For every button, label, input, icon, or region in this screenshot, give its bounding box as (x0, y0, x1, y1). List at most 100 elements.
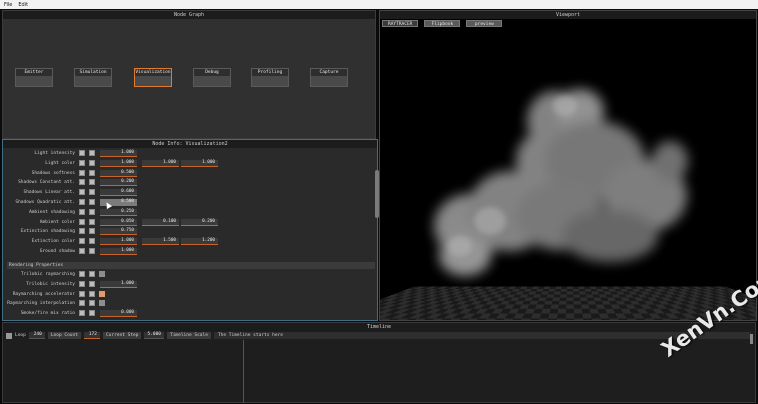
keyframe-icon[interactable] (79, 300, 85, 307)
value-field[interactable]: 0.200 (100, 179, 137, 187)
checkbox[interactable] (99, 271, 105, 277)
property-row: Extinction shadowing 0.750 (3, 227, 369, 236)
property-row: Ground shadow 1.000 (3, 247, 369, 256)
property-label: Smoke/fire mix ratio (20, 311, 75, 317)
keyframe-icon[interactable] (79, 271, 85, 277)
keyframe-icon[interactable] (79, 199, 85, 205)
keyframe-icon[interactable] (79, 150, 85, 156)
keyframe-icon[interactable] (79, 169, 85, 176)
current-step-label: Current Step (102, 332, 142, 339)
node-label: Debug (194, 69, 230, 76)
keyframe-icon[interactable] (79, 189, 85, 196)
value-field[interactable]: 1.000 (142, 159, 179, 167)
node-simulation[interactable]: Simulation (74, 68, 112, 87)
value-field[interactable]: 0.500 (100, 169, 137, 177)
property-label: Ambient color (39, 219, 75, 225)
loop-count-label: Loop Count (47, 332, 81, 339)
reset-icon[interactable] (89, 199, 95, 205)
node-label: Profiling (252, 69, 288, 76)
keyframe-icon[interactable] (79, 248, 85, 254)
reset-icon[interactable] (89, 218, 95, 225)
node-emitter[interactable]: Emitter (15, 68, 53, 87)
value-field[interactable]: 0.050 (100, 218, 137, 226)
node-debug[interactable]: Debug (193, 68, 231, 87)
reset-icon[interactable] (89, 271, 95, 277)
node-graph-title: Node Graph (3, 11, 375, 19)
loop-count-field[interactable]: 172 (83, 332, 100, 339)
reset-icon[interactable] (89, 179, 95, 186)
property-row: Shadows Quadratic att. 0.500 (3, 198, 369, 207)
property-row: Ambient shadowing 0.250 (3, 208, 369, 217)
value-field[interactable]: 1.200 (181, 238, 218, 246)
value-field[interactable]: 0.600 (100, 189, 137, 197)
timeline-scale-label: Timeline Scale (167, 332, 211, 339)
reset-icon[interactable] (89, 169, 95, 176)
reset-icon[interactable] (89, 238, 95, 245)
property-row: Shadows Constant att. 0.200 (3, 178, 369, 187)
property-label: Extinction color (31, 239, 75, 245)
value-field[interactable]: 1.000 (100, 238, 137, 246)
value-field[interactable]: 1.000 (100, 248, 137, 255)
reset-icon[interactable] (89, 280, 95, 287)
checkbox[interactable] (99, 300, 105, 307)
keyframe-icon[interactable] (79, 159, 85, 166)
timeline-splitter[interactable] (243, 340, 244, 403)
loop-label: Loop (15, 333, 26, 338)
reset-icon[interactable] (89, 189, 95, 196)
value-field[interactable]: 1.000 (100, 280, 137, 288)
property-row: Extinction color 1.000 1.500 1.200 (3, 237, 369, 246)
node-label: Visualization (135, 69, 171, 76)
loop-value-field[interactable]: 240 (28, 332, 45, 339)
keyframe-icon[interactable] (79, 218, 85, 225)
reset-icon[interactable] (89, 300, 95, 307)
property-row: Trilobic raymarching (3, 270, 369, 279)
keyframe-icon[interactable] (79, 179, 85, 186)
reset-icon[interactable] (89, 290, 95, 297)
timeline-title: Timeline (3, 323, 755, 331)
reset-icon[interactable] (89, 248, 95, 254)
reset-icon[interactable] (89, 228, 95, 235)
smoke-render (434, 89, 688, 276)
property-label: Shadows Quadratic att. (15, 200, 75, 205)
value-field[interactable]: 0.000 (100, 310, 137, 318)
property-label: Shadows Constant att. (18, 180, 75, 186)
node-profiling[interactable]: Profiling (251, 68, 289, 87)
keyframe-icon[interactable] (79, 280, 85, 287)
keyframe-icon[interactable] (79, 228, 85, 235)
value-field[interactable]: 0.750 (100, 228, 137, 236)
property-label: Raymarching interpolation (7, 301, 75, 307)
value-field[interactable]: 0.100 (142, 218, 179, 226)
value-field[interactable]: 0.250 (100, 208, 137, 216)
timeline-controls: Loop 240 Loop Count 172 Current Step 5.0… (6, 332, 751, 339)
property-label: Raymarching accelerator (12, 291, 75, 297)
checkbox[interactable] (99, 290, 105, 297)
property-label: Extinction shadowing (20, 229, 75, 235)
current-step-field[interactable]: 5.000 (144, 332, 164, 339)
reset-icon[interactable] (89, 208, 95, 215)
keyframe-icon[interactable] (79, 290, 85, 297)
node-info-panel: Node Info: Visualization2 Light intensit… (2, 139, 379, 321)
keyframe-icon[interactable] (79, 238, 85, 245)
value-field[interactable]: 0.200 (181, 218, 218, 226)
value-field[interactable]: 1.000 (100, 159, 137, 167)
value-field[interactable]: 1.500 (142, 238, 179, 246)
property-label: Trilobic raymarching (20, 272, 75, 277)
node-visualization[interactable]: Visualization (134, 68, 172, 87)
loop-checkbox[interactable] (6, 332, 12, 339)
timeline-panel: Timeline Loop 240 Loop Count 172 Current… (2, 322, 756, 403)
value-field[interactable]: 1.000 (100, 150, 137, 157)
property-row: Smoke/fire mix ratio 0.000 (3, 309, 369, 318)
keyframe-icon[interactable] (79, 310, 85, 317)
menu-file[interactable]: File (4, 2, 12, 8)
property-row: Light intensity 1.000 (3, 149, 369, 158)
reset-icon[interactable] (89, 310, 95, 317)
node-capture[interactable]: Capture (310, 68, 348, 87)
value-field[interactable]: 1.000 (181, 159, 218, 167)
property-label: Ambient shadowing (28, 209, 75, 215)
reset-icon[interactable] (89, 159, 95, 166)
menu-edit[interactable]: Edit (18, 2, 28, 8)
timeline-scrollbar[interactable] (750, 334, 753, 344)
keyframe-icon[interactable] (79, 208, 85, 215)
section-rendering-properties[interactable]: Rendering Properties (7, 262, 375, 269)
reset-icon[interactable] (89, 150, 95, 156)
